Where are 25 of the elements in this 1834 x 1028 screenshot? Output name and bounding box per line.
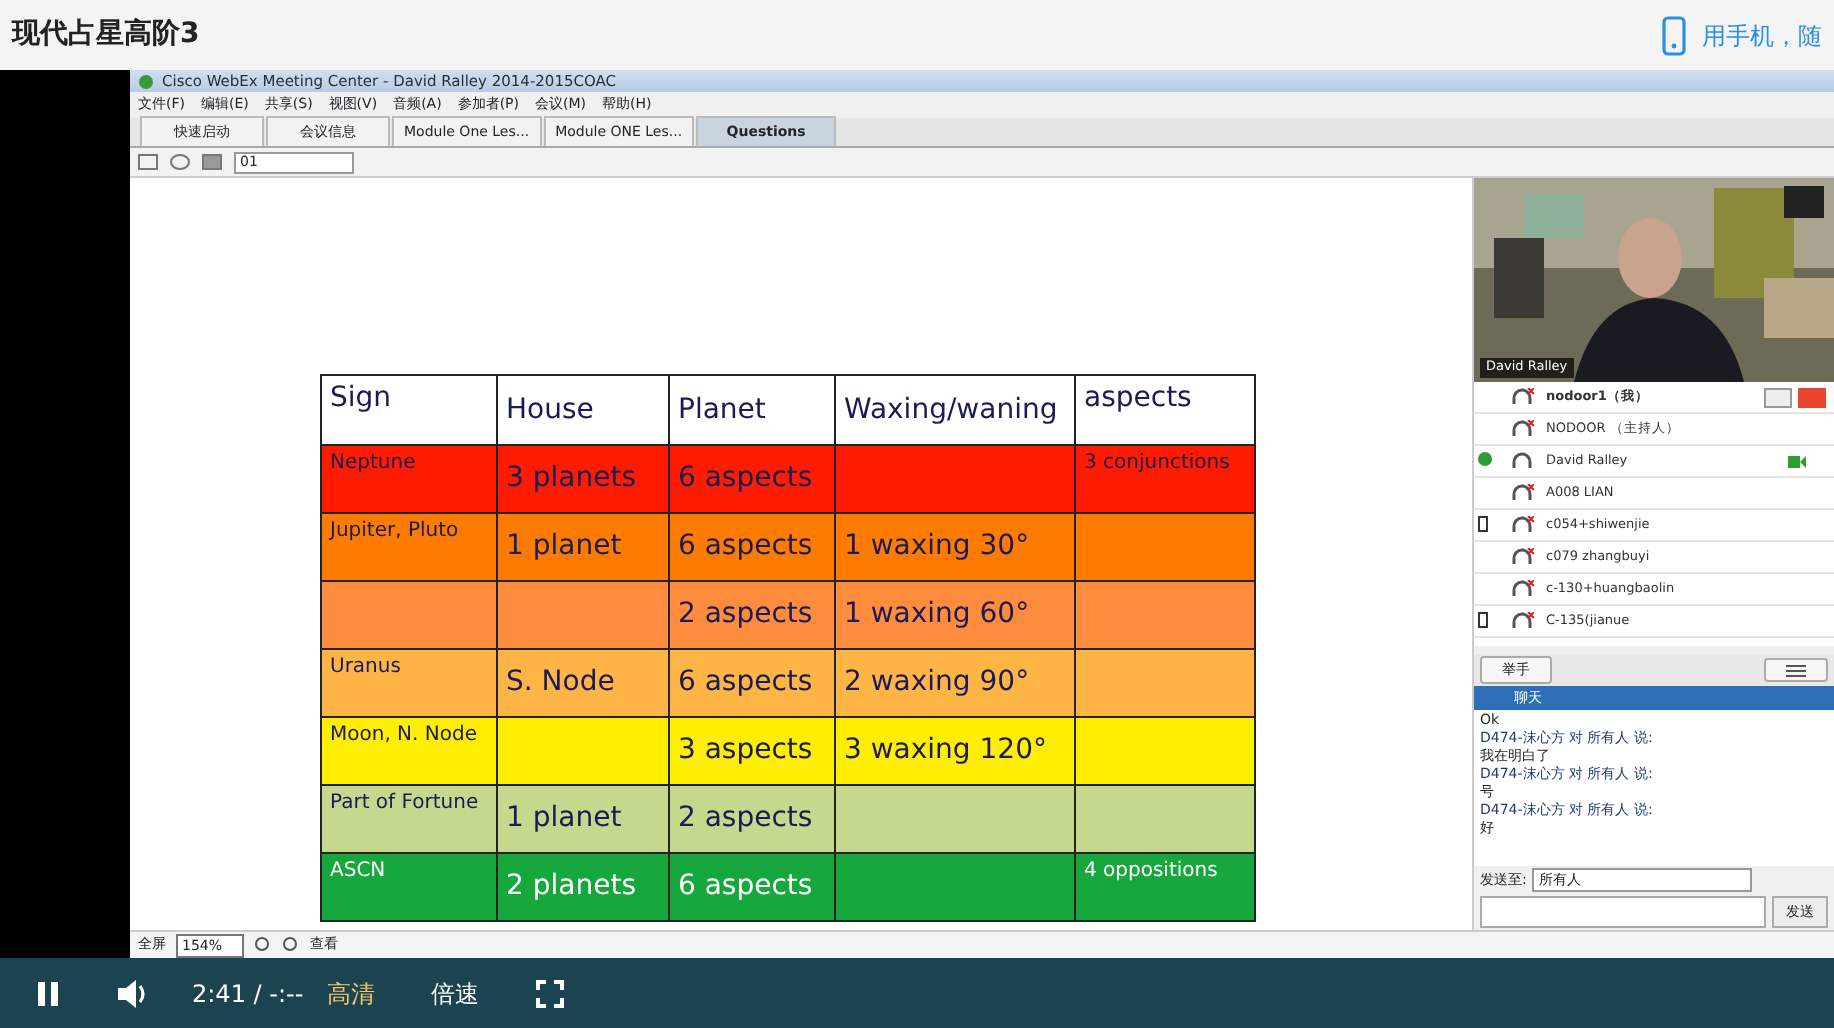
fullscreen-icon[interactable]: [535, 979, 564, 1007]
zoom-in-icon[interactable]: [254, 936, 273, 954]
camera-icon: [1788, 455, 1806, 467]
course-title: 现代占星高阶3: [12, 15, 200, 54]
mute-button[interactable]: [1798, 387, 1826, 407]
app-logo-icon: [138, 73, 154, 89]
speed-button[interactable]: 倍速: [431, 975, 480, 1011]
pause-icon[interactable]: [36, 979, 60, 1007]
column-header: Planet: [669, 375, 835, 445]
video-button[interactable]: [1764, 387, 1792, 407]
zoom-out-icon[interactable]: [282, 936, 301, 954]
list-menu-button[interactable]: [1764, 658, 1828, 682]
table-cell: 2 planets: [497, 853, 669, 921]
quality-button[interactable]: 高清: [327, 975, 376, 1011]
column-header: aspects: [1075, 375, 1255, 445]
column-header: Waxing/waning: [835, 375, 1075, 445]
playback-time: 2:41 / -:--: [192, 977, 304, 1011]
column-header: Sign: [321, 375, 497, 445]
list-icon: [1786, 663, 1806, 677]
table-cell: 6 aspects: [669, 853, 835, 921]
column-header: House: [497, 375, 669, 445]
table-cell: ASCN: [321, 853, 497, 921]
table-cell: 4 oppositions: [1075, 853, 1255, 921]
chat-input[interactable]: [1480, 896, 1766, 928]
phone-icon[interactable]: [1662, 15, 1686, 55]
